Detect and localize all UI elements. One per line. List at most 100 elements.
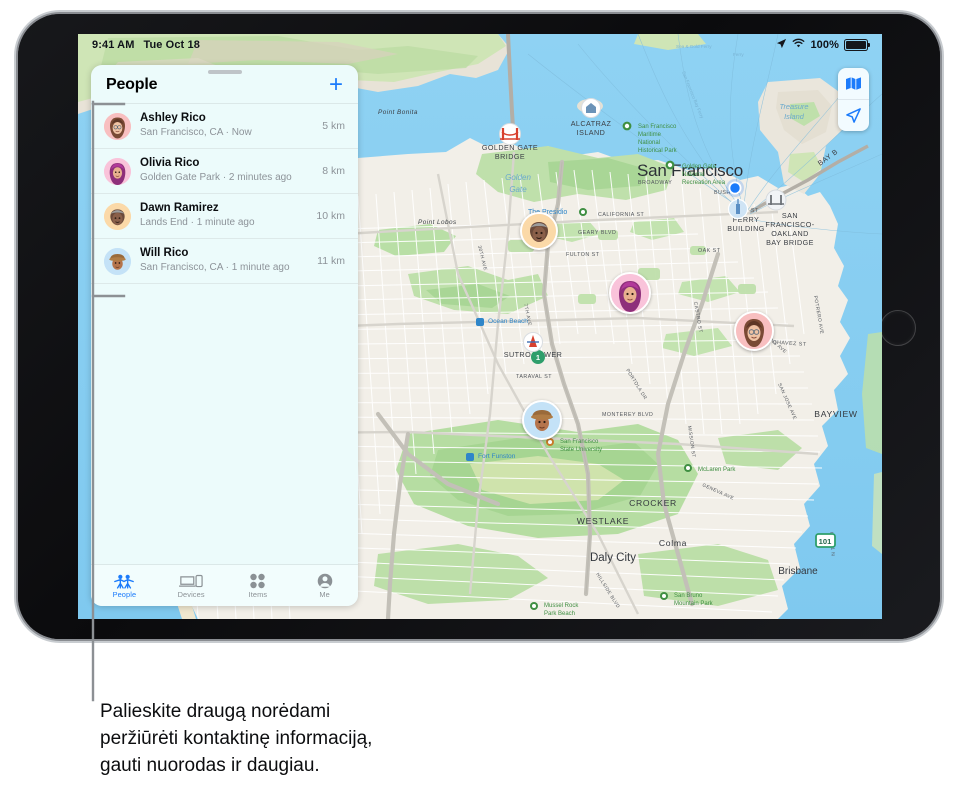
svg-text:Brisbane: Brisbane [778,566,818,577]
svg-text:CROCKER: CROCKER [629,498,677,508]
tab-me[interactable]: Me [291,565,358,606]
person-distance: 8 km [322,165,345,177]
caption-line: Palieskite draugą norėdami [100,701,331,722]
map-type-button[interactable] [838,68,869,99]
caption-line: peržiūrėti kontaktinę informaciją, [100,728,373,749]
alcatraz-marker [581,98,601,118]
tab-bar: People Devices Items Me [91,564,358,606]
navigation-arrow-icon [846,108,861,123]
add-person-button[interactable]: + [329,73,343,97]
map-label-ocean-beach: Ocean Beach [488,318,528,325]
person-subtitle: San Francisco, CA · Now [140,127,252,138]
svg-text:Island: Island [784,112,805,121]
list-item[interactable]: Olivia Rico Golden Gate Park · 2 minutes… [91,149,358,194]
map-label-daly-city: Daly City [590,552,636,564]
folded-map-icon [846,77,861,90]
list-item[interactable]: Ashley Rico San Francisco, CA · Now 5 km [91,104,358,149]
tab-people[interactable]: People [91,565,158,606]
svg-text:BAY BRIDGE: BAY BRIDGE [766,238,814,247]
tab-label: Me [319,589,330,599]
map-label-golden-gate: Golden [505,173,531,182]
list-item[interactable]: Will Rico San Francisco, CA · 1 minute a… [91,239,358,284]
tab-label: People [112,589,137,599]
svg-text:SAN: SAN [782,211,798,220]
avatar [104,248,131,275]
svg-text:ALCATRAZ: ALCATRAZ [571,119,612,128]
person-distance: 11 km [317,255,345,267]
svg-text:Gate: Gate [509,185,527,194]
svg-text:San Francisco: San Francisco [560,439,599,445]
svg-text:TARAVAL ST: TARAVAL ST [516,374,552,380]
map-pin-will-rico[interactable] [522,400,562,440]
tab-devices[interactable]: Devices [158,565,225,606]
svg-text:BROADWAY: BROADWAY [638,180,672,186]
people-list: Ashley Rico San Francisco, CA · Now 5 km… [91,103,358,564]
svg-text:San Francisco: San Francisco [638,124,677,130]
status-time: 9:41 AM [92,39,135,51]
tab-label: Devices [177,589,205,599]
list-item[interactable]: Dawn Ramirez Lands End · 1 minute ago 10… [91,194,358,239]
avatar [104,158,131,185]
bay-bridge-marker [765,189,787,211]
map-controls [838,68,869,131]
svg-text:Mussel Rock: Mussel Rock [544,603,579,609]
svg-text:OAK ST: OAK ST [698,248,721,254]
map-pin-dawn-ramirez[interactable] [520,212,558,250]
svg-text:FULTON ST: FULTON ST [566,252,600,258]
map-pin-olivia-rico[interactable] [609,272,651,314]
people-panel: People + Ashley Rico San Francisco, CA ·… [91,65,358,606]
wifi-icon [792,38,805,52]
svg-text:Colma: Colma [659,538,687,548]
svg-text:CALIFORNIA ST: CALIFORNIA ST [598,212,644,218]
user-location-dot [726,179,744,197]
map-pin-ashley-rico[interactable] [734,311,774,351]
svg-text:Point Bonita: Point Bonita [378,109,418,116]
svg-text:Historical Park: Historical Park [638,148,678,154]
svg-text:101: 101 [819,537,832,546]
svg-text:BUILDING: BUILDING [727,224,765,233]
svg-text:Treasure: Treasure [779,102,808,111]
svg-text:Point Lobos: Point Lobos [418,219,457,226]
sutro-tower-marker [523,332,543,352]
svg-text:Maritime: Maritime [638,132,662,138]
svg-text:1: 1 [536,353,540,362]
svg-text:Fort Funston: Fort Funston [478,453,516,460]
svg-text:Recreation Area: Recreation Area [682,180,726,186]
person-icon [317,573,333,589]
svg-text:State University: State University [560,447,602,453]
status-date: Tue Oct 18 [143,39,200,51]
svg-text:McLaren Park: McLaren Park [698,467,736,473]
devices-icon [179,573,203,589]
svg-text:OAKLAND: OAKLAND [771,229,809,238]
tab-label: Items [248,589,268,599]
items-icon [249,573,266,589]
svg-text:Mountain Park: Mountain Park [674,601,714,607]
page-title: People [106,76,158,93]
svg-text:GEARY BLVD: GEARY BLVD [578,230,616,236]
svg-text:FRANCISCO-: FRANCISCO- [765,220,814,229]
location-arrow-icon [776,38,787,52]
people-icon [113,573,135,589]
ferry-building-marker [727,198,749,220]
locate-me-button[interactable] [838,99,869,131]
tab-items[interactable]: Items [225,565,292,606]
svg-text:National: National [638,140,660,146]
caption-text: Palieskite draugą norėdami peržiūrėti ko… [100,698,560,779]
person-distance: 10 km [316,210,345,222]
svg-text:WESTLAKE: WESTLAKE [577,516,629,526]
person-name: Ashley Rico [140,112,206,124]
avatar [104,113,131,140]
avatar [104,203,131,230]
highway-shield-1: 1 [531,350,545,364]
person-subtitle: Golden Gate Park · 2 minutes ago [140,172,292,183]
person-name: Will Rico [140,247,189,259]
golden-gate-bridge-marker [499,123,521,145]
svg-text:National: National [682,172,704,178]
person-subtitle: San Francisco, CA · 1 minute ago [140,262,290,273]
person-name: Dawn Ramirez [140,202,219,214]
svg-text:MONTEREY BLVD: MONTEREY BLVD [602,412,653,418]
svg-text:Park Beach: Park Beach [544,611,575,617]
home-button[interactable] [880,309,916,346]
ipad-device: .lbl{font-family:"Liberation Sans",sans-… [18,14,940,639]
battery-percent: 100% [810,39,839,51]
